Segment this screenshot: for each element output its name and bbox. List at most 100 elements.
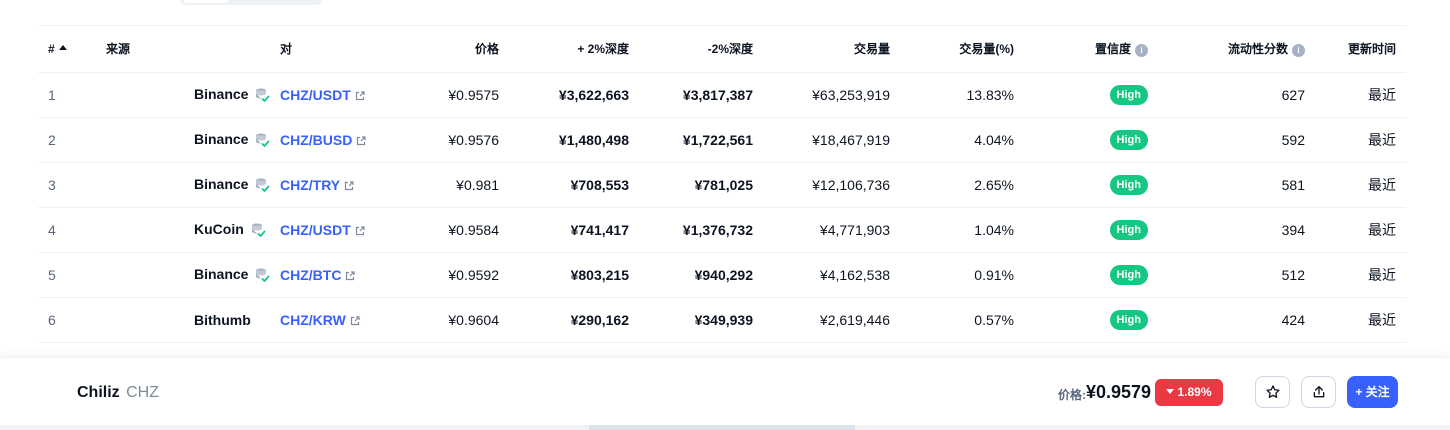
share-button[interactable] (1301, 376, 1336, 408)
depth-minus-cell: ¥1,722,561 (639, 117, 763, 163)
confidence-badge: High (1109, 174, 1148, 195)
bottom-strip-segment (589, 425, 855, 430)
pair-cell[interactable]: CHZ/TRY (270, 162, 380, 208)
external-link-icon (346, 271, 356, 280)
shield-check-icon (256, 88, 270, 103)
sticky-coin-footer: Chiliz CHZ 价格: ¥0.9579 1.89% (0, 357, 1450, 425)
volume-pct-cell: 2.65% (900, 162, 1024, 208)
exchange-name: Binance (194, 175, 249, 192)
table-row[interactable]: 5 Binance CHZ/BTC ¥0.9592 ¥803,215 ¥940,292 ¥4… (38, 252, 1406, 298)
rank-cell: 4 (38, 207, 96, 253)
confidence-badge: High (1109, 309, 1148, 330)
info-icon[interactable]: i (1135, 43, 1148, 57)
tab-active-remnant (184, 0, 228, 3)
col-rank[interactable]: # (38, 26, 96, 73)
col-volume-pct-label: 交易量(%) (959, 42, 1014, 57)
price-cell: ¥0.9584 (380, 207, 509, 253)
liquidity-cell: 581 (1158, 162, 1315, 208)
liquidity-cell: 424 (1158, 297, 1315, 343)
pair-cell[interactable]: CHZ/USDT (270, 72, 380, 118)
depth-minus-cell: ¥3,817,387 (639, 72, 763, 118)
volume-pct-cell: 4.04% (900, 117, 1024, 163)
rank-cell: 6 (38, 297, 96, 343)
depth-plus-cell: ¥708,553 (509, 162, 639, 208)
confidence-cell: High (1024, 162, 1158, 208)
external-link-icon (355, 226, 365, 235)
col-source-label: 来源 (106, 42, 131, 57)
col-liquidity[interactable]: 流动性分数 i (1158, 26, 1315, 73)
col-source[interactable]: 来源 (96, 26, 270, 73)
volume-pct-cell: 0.91% (900, 252, 1024, 298)
price-cell: ¥0.9576 (380, 117, 509, 163)
updated-cell: 最近 (1315, 252, 1406, 298)
confidence-cell: High (1024, 297, 1158, 343)
price-cell: ¥0.9575 (380, 72, 509, 118)
liquidity-cell: 394 (1158, 207, 1315, 253)
volume-cell: ¥2,619,446 (763, 297, 900, 343)
confidence-badge: High (1109, 264, 1148, 285)
coin-name: Chiliz (77, 384, 120, 401)
table-body: 1 Binance CHZ/USDT ¥0.9575 ¥3,622,663 ¥3,817,… (38, 72, 1406, 343)
col-pair[interactable]: 对 (270, 26, 380, 73)
updated-cell: 最近 (1315, 117, 1406, 163)
table-row[interactable]: 2 Binance CHZ/BUSD ¥0.9576 ¥1,480,498 ¥1,722,… (38, 117, 1406, 163)
shield-check-icon (256, 133, 270, 148)
pair-link[interactable]: CHZ/USDT (280, 222, 351, 238)
watchlist-star-button[interactable] (1255, 376, 1290, 408)
col-price[interactable]: 价格 (380, 26, 509, 73)
info-icon[interactable]: i (1292, 43, 1305, 57)
table-row[interactable]: 4 KuCoin CHZ/USDT ¥0.9584 ¥741,417 ¥1,376,732… (38, 207, 1406, 253)
col-volume[interactable]: 交易量 (763, 26, 900, 73)
pair-cell[interactable]: CHZ/KRW (270, 297, 380, 343)
shield-check-icon (256, 268, 270, 283)
external-link-icon (350, 316, 360, 325)
price-cell: ¥0.9604 (380, 297, 509, 343)
col-volume-pct[interactable]: 交易量(%) (900, 26, 1024, 73)
table-row[interactable]: 1 Binance CHZ/USDT ¥0.9575 ¥3,622,663 ¥3,817,… (38, 72, 1406, 118)
pair-link[interactable]: CHZ/USDT (280, 87, 351, 103)
col-depth-plus-label: + 2%深度 (577, 42, 629, 57)
volume-cell: ¥63,253,919 (763, 72, 900, 118)
price-cell: ¥0.9592 (380, 252, 509, 298)
table-header-row: # 来源 对 价格 + 2%深度 -2%深度 交易量 交易量(%) 置信度 i 流… (38, 26, 1406, 73)
volume-cell: ¥12,106,736 (763, 162, 900, 208)
confidence-cell: High (1024, 252, 1158, 298)
pair-link[interactable]: CHZ/BUSD (280, 132, 352, 148)
col-volume-label: 交易量 (853, 42, 890, 57)
col-depth-minus[interactable]: -2%深度 (639, 26, 763, 73)
source-cell[interactable]: Binance (96, 252, 270, 298)
tab-switcher-remnant (180, 0, 322, 5)
coin-title: Chiliz CHZ (77, 384, 159, 402)
source-cell[interactable]: KuCoin (96, 207, 270, 253)
confidence-cell: High (1024, 207, 1158, 253)
liquidity-cell: 592 (1158, 117, 1315, 163)
depth-minus-cell: ¥1,376,732 (639, 207, 763, 253)
markets-table-container: # 来源 对 价格 + 2%深度 -2%深度 交易量 交易量(%) 置信度 i 流… (38, 25, 1406, 343)
rank-cell: 1 (38, 72, 96, 118)
confidence-badge: High (1109, 84, 1148, 105)
pair-link[interactable]: CHZ/BTC (280, 267, 341, 283)
col-confidence[interactable]: 置信度 i (1024, 26, 1158, 73)
col-updated[interactable]: 更新时间 (1315, 26, 1406, 73)
table-row[interactable]: 3 Binance CHZ/TRY ¥0.981 ¥708,553 ¥781,025 ¥12… (38, 162, 1406, 208)
confidence-cell: High (1024, 72, 1158, 118)
table-row[interactable]: 6 Bithumb CHZ/KRW ¥0.9604 ¥290,162 ¥349,939 ¥2… (38, 297, 1406, 343)
exchange-name: Binance (194, 265, 249, 282)
rank-cell: 5 (38, 252, 96, 298)
updated-cell: 最近 (1315, 162, 1406, 208)
pair-link[interactable]: CHZ/TRY (280, 177, 340, 193)
source-cell[interactable]: Bithumb (96, 297, 270, 343)
pair-cell[interactable]: CHZ/BTC (270, 252, 380, 298)
pair-cell[interactable]: CHZ/BUSD (270, 117, 380, 163)
source-cell[interactable]: Binance (96, 72, 270, 118)
follow-button[interactable]: + 关注 (1347, 376, 1398, 408)
pair-cell[interactable]: CHZ/USDT (270, 207, 380, 253)
depth-plus-cell: ¥741,417 (509, 207, 639, 253)
col-depth-plus[interactable]: + 2%深度 (509, 26, 639, 73)
source-cell[interactable]: Binance (96, 117, 270, 163)
source-cell[interactable]: Binance (96, 162, 270, 208)
price-change-value: 1.89% (1177, 385, 1212, 399)
liquidity-cell: 512 (1158, 252, 1315, 298)
pair-link[interactable]: CHZ/KRW (280, 312, 346, 328)
updated-cell: 最近 (1315, 72, 1406, 118)
